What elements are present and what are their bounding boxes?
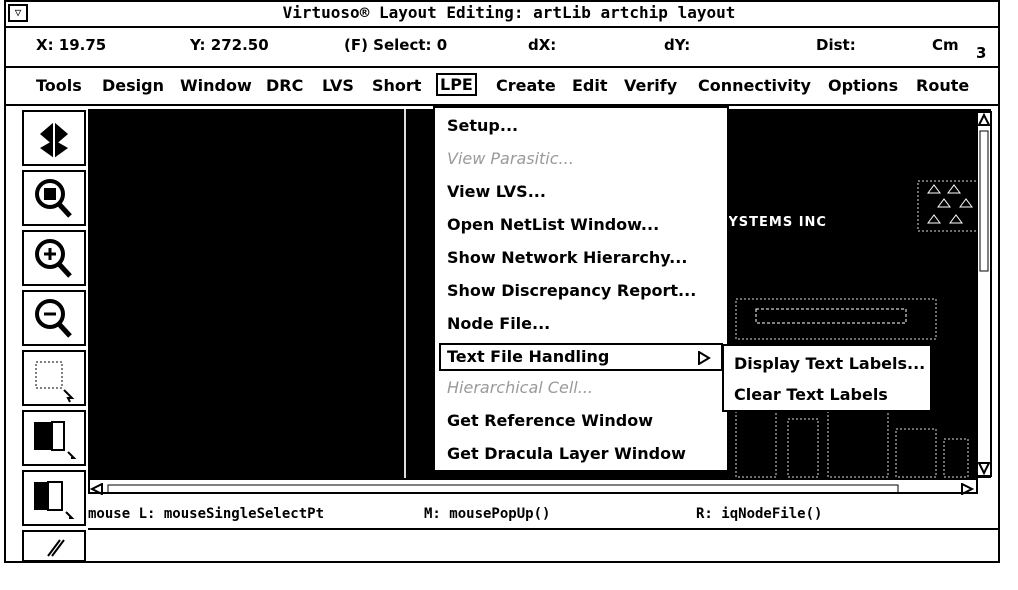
status-x: X: 19.75 <box>36 36 107 54</box>
lpe-open-netlist[interactable]: Open NetList Window... <box>447 215 659 234</box>
zoom-out-icon[interactable] <box>22 290 86 346</box>
create-rect-icon[interactable] <box>22 410 86 466</box>
menu-window[interactable]: Window <box>180 76 252 95</box>
h-scroll-arrows-icon <box>89 482 975 496</box>
pen-icon[interactable] <box>22 530 86 562</box>
status-divider <box>4 66 1000 68</box>
menu-lvs[interactable]: LVS <box>322 76 354 95</box>
submenu-clear-text-labels[interactable]: Clear Text Labels <box>734 385 888 404</box>
lpe-view-parasitic: View Parasitic... <box>447 149 574 168</box>
menu-options[interactable]: Options <box>828 76 898 95</box>
menu-tools[interactable]: Tools <box>36 76 82 95</box>
lpe-dracula-layer-window[interactable]: Get Dracula Layer Window <box>447 444 686 463</box>
zoom-in-icon[interactable] <box>22 230 86 286</box>
lpe-view-lvs[interactable]: View LVS... <box>447 182 546 201</box>
mouse-middle-binding: M: mousePopUp() <box>424 506 551 522</box>
zoom-fit-icon[interactable] <box>22 170 86 226</box>
menu-verify[interactable]: Verify <box>624 76 677 95</box>
window-title: Virtuoso® Layout Editing: artLib artchip… <box>282 3 736 22</box>
horizontal-scrollbar[interactable] <box>88 478 978 496</box>
canvas-company-text: SYSTEMS INC <box>718 215 827 230</box>
menu-route[interactable]: Route <box>916 76 969 95</box>
status-dy: dY: <box>664 36 691 54</box>
status-y: Y: 272.50 <box>190 36 269 54</box>
lpe-text-file-handling-label: Text File Handling <box>447 347 610 366</box>
lpe-node-file[interactable]: Node File... <box>447 314 550 333</box>
scroll-arrows-icon <box>977 112 991 476</box>
menu-connectivity[interactable]: Connectivity <box>698 76 811 95</box>
status-cmd: Cm <box>932 36 959 54</box>
menu-short[interactable]: Short <box>372 76 421 95</box>
layers-icon[interactable] <box>22 110 86 166</box>
submenu-display-text-labels[interactable]: Display Text Labels... <box>734 354 925 373</box>
menu-drc[interactable]: DRC <box>266 76 303 95</box>
status-cmd-num: 3 <box>976 44 987 62</box>
lpe-network-hierarchy[interactable]: Show Network Hierarchy... <box>447 248 687 267</box>
mouse-right-binding: R: iqNodeFile() <box>696 506 823 522</box>
command-prompt[interactable] <box>88 530 998 560</box>
menu-edit[interactable]: Edit <box>572 76 608 95</box>
status-dist: Dist: <box>816 36 856 54</box>
lpe-hierarchical-cell: Hierarchical Cell... <box>447 378 593 397</box>
mouse-left-binding: mouse L: mouseSingleSelectPt <box>88 506 325 522</box>
lpe-dropdown: Setup... View Parasitic... View LVS... O… <box>433 106 729 472</box>
lpe-discrepancy-report[interactable]: Show Discrepancy Report... <box>447 281 696 300</box>
submenu-arrow-icon <box>698 351 711 365</box>
menu-create[interactable]: Create <box>496 76 556 95</box>
select-box-icon[interactable] <box>22 350 86 406</box>
lpe-setup[interactable]: Setup... <box>447 116 518 135</box>
status-select: (F) Select: 0 <box>344 36 448 54</box>
title-divider <box>4 26 1000 28</box>
lpe-reference-window[interactable]: Get Reference Window <box>447 411 653 430</box>
text-file-submenu: Display Text Labels... Clear Text Labels <box>722 344 932 412</box>
menu-lpe[interactable]: LPE <box>436 73 477 96</box>
status-dx: dX: <box>528 36 557 54</box>
menu-design[interactable]: Design <box>102 76 164 95</box>
lpe-text-file-handling[interactable]: Text File Handling <box>439 343 723 371</box>
vertical-scrollbar[interactable] <box>976 111 992 477</box>
stretch-icon[interactable] <box>22 470 86 526</box>
